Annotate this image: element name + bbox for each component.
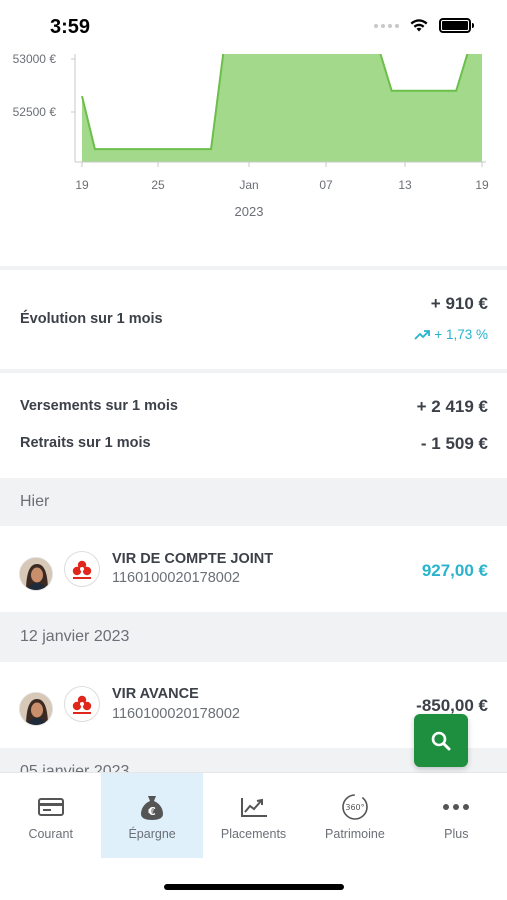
tab-placements[interactable]: Placements: [203, 773, 304, 858]
tab-label: Patrimoine: [325, 827, 385, 841]
tab-label: Courant: [28, 827, 73, 841]
section-header-label: 12 janvier 2023: [20, 628, 130, 645]
flows-block: Versements sur 1 mois + 2 419 € Retraits…: [0, 373, 507, 478]
bank-logo-icon: [64, 686, 100, 722]
chart-y-tick-label: 53000 €: [13, 52, 57, 66]
transaction-amount: 927,00 €: [421, 561, 488, 580]
tab-label: Épargne: [128, 827, 176, 841]
transaction-title: VIR DE COMPTE JOINT: [112, 551, 274, 567]
chart-x-tick-label: 07: [319, 178, 333, 192]
section-header-label: Hier: [20, 493, 50, 510]
trend-up-icon: [414, 329, 431, 340]
transaction-title: VIR AVANCE: [112, 686, 199, 702]
section-header-12-janvier: 12 janvier 2023: [0, 612, 507, 662]
home-area: [0, 858, 507, 900]
svg-text:360°: 360°: [345, 803, 364, 812]
chart-area-fill: [82, 48, 482, 162]
chart-x-tick-label: 19: [475, 178, 489, 192]
tab-plus[interactable]: Plus: [406, 773, 507, 858]
tab-courant[interactable]: Courant: [0, 773, 101, 858]
evolution-value: + 910 €: [430, 294, 488, 313]
search-button[interactable]: [414, 714, 468, 767]
transaction-row[interactable]: VIR DE COMPTE JOINT 1160100020178002 927…: [0, 526, 507, 612]
section-header-hier: Hier: [0, 478, 507, 526]
bank-logo-icon: [64, 551, 100, 587]
chart-y-tick-label: 52500 €: [13, 105, 57, 119]
home-indicator[interactable]: [164, 884, 344, 890]
evolution-label: Évolution sur 1 mois: [20, 311, 163, 327]
deposits-label: Versements sur 1 mois: [20, 398, 178, 414]
avatar: [19, 557, 53, 591]
status-icons: [374, 18, 474, 33]
evolution-trend: + 1,73 %: [414, 327, 488, 342]
tab-label: Plus: [444, 827, 469, 841]
more-icon: [442, 793, 470, 821]
chart-x-tick-label: 25: [151, 178, 165, 192]
avatar: [19, 692, 53, 726]
svg-text:€: €: [147, 805, 156, 818]
evolution-block: Évolution sur 1 mois + 910 € + 1,73 %: [0, 270, 507, 369]
withdrawals-label: Retraits sur 1 mois: [20, 435, 151, 451]
chart-x-tick-label: 19: [75, 178, 89, 192]
status-time: 3:59: [50, 16, 91, 38]
chart-x-sublabel: 2023: [235, 204, 264, 219]
tab-label: Placements: [220, 827, 287, 841]
card-icon: [37, 793, 64, 821]
withdrawals-value: - 1 509 €: [420, 434, 488, 453]
wifi-icon: [410, 19, 428, 32]
battery-icon: [439, 18, 474, 33]
signal-icon: [374, 23, 399, 28]
status-bar: 3:59: [0, 0, 507, 54]
evolution-pct: + 1,73 %: [434, 327, 488, 342]
money-bag-icon: €: [139, 793, 165, 821]
chart-x-tick-label: Jan: [239, 178, 258, 192]
transaction-reference: 1160100020178002: [112, 570, 240, 586]
chart-icon: [240, 793, 268, 821]
deposits-value: + 2 419 €: [416, 397, 488, 416]
360-icon: 360°: [340, 793, 370, 821]
tab-bar: Courant € Épargne Placements 360° Patrim…: [0, 772, 507, 858]
tab-epargne[interactable]: € Épargne: [101, 773, 203, 858]
chart-x-tick-label: 13: [398, 178, 412, 192]
transaction-amount: -850,00 €: [416, 696, 488, 715]
tab-patrimoine[interactable]: 360° Patrimoine: [304, 773, 405, 858]
search-icon: [431, 731, 451, 750]
transaction-reference: 1160100020178002: [112, 706, 240, 722]
